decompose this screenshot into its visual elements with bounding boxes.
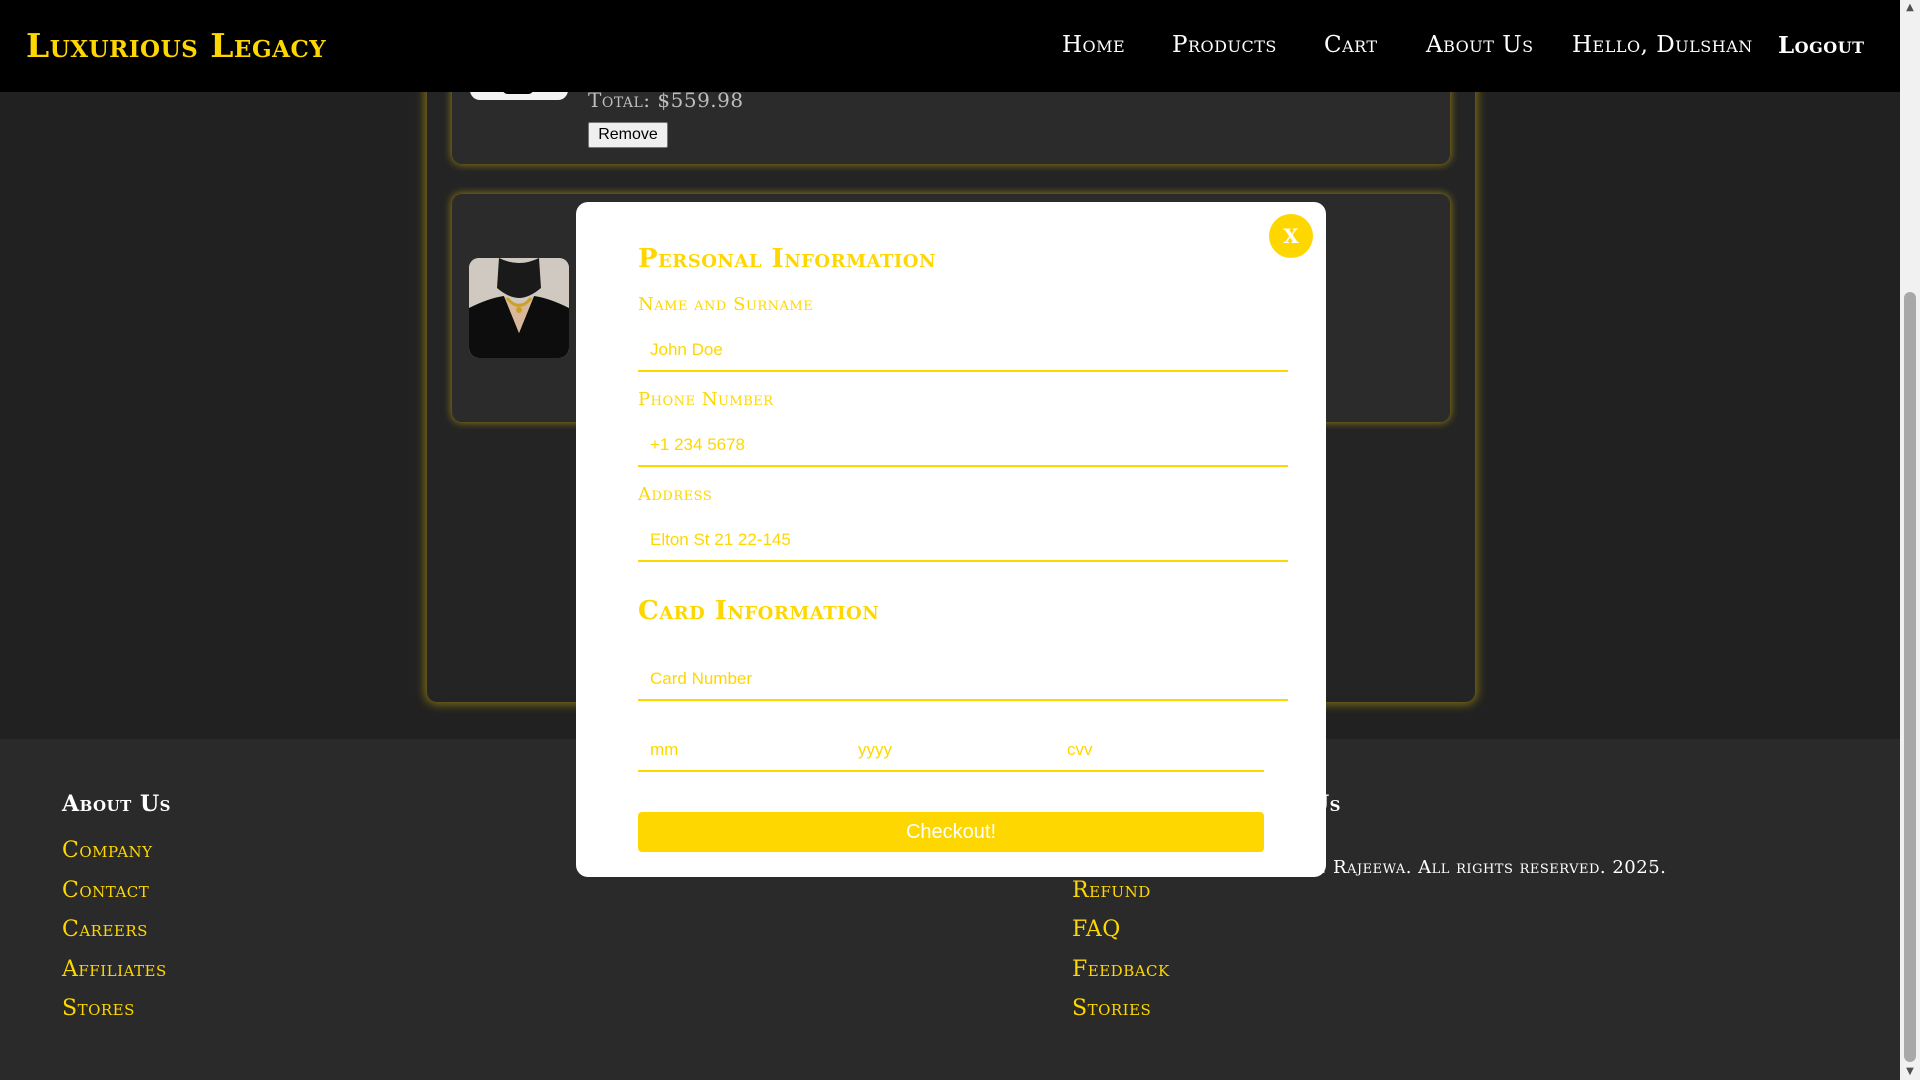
nav-cart-link[interactable]: Cart: [1324, 32, 1378, 58]
name-label: Name and Surname: [638, 294, 814, 315]
product-thumbnail: [469, 258, 569, 358]
navbar: Luxurious Legacy Home Products Cart Abou…: [0, 0, 1900, 92]
remove-item-button[interactable]: Remove: [588, 122, 668, 148]
scroll-down-arrow-icon[interactable]: ▼: [1900, 1064, 1920, 1080]
nav-home-link[interactable]: Home: [1062, 32, 1125, 58]
footer-link-faq[interactable]: FAQ: [1072, 917, 1121, 942]
checkout-button[interactable]: Checkout!: [638, 812, 1264, 852]
address-label: Address: [638, 484, 713, 505]
footer-link-affiliates[interactable]: Affiliates: [62, 957, 167, 982]
close-modal-button[interactable]: X: [1269, 214, 1313, 258]
user-greeting: Hello, Dulshan: [1572, 32, 1753, 58]
scroll-up-arrow-icon[interactable]: ▲: [1900, 0, 1920, 16]
name-field[interactable]: [638, 330, 1288, 372]
phone-label: Phone Number: [638, 389, 774, 410]
phone-field[interactable]: [638, 425, 1288, 467]
checkout-modal: X Personal Information Name and Surname …: [576, 202, 1326, 877]
footer-link-refund[interactable]: Refund: [1072, 878, 1151, 903]
footer-about-heading: About Us: [62, 791, 172, 817]
card-number-field[interactable]: [638, 659, 1288, 701]
nav-products-link[interactable]: Products: [1172, 32, 1277, 58]
expiry-year-field[interactable]: [846, 730, 1055, 772]
page-scrollbar[interactable]: ▲ ▼: [1900, 0, 1920, 1080]
necklace-model-image: [469, 258, 569, 358]
footer-link-contact[interactable]: Contact: [62, 878, 149, 903]
brand-logo[interactable]: Luxurious Legacy: [26, 26, 326, 65]
footer-link-careers[interactable]: Careers: [62, 917, 148, 942]
cvv-field[interactable]: [1055, 730, 1264, 772]
footer-link-stores[interactable]: Stores: [62, 996, 135, 1021]
personal-info-heading: Personal Information: [638, 244, 936, 274]
card-info-heading: Card Information: [638, 596, 880, 626]
logout-link[interactable]: Logout: [1778, 32, 1865, 59]
address-field[interactable]: [638, 520, 1288, 562]
footer-copyright: an Rajeewa. All rights reserved. 2025.: [1305, 857, 1667, 878]
expiry-month-field[interactable]: [638, 730, 847, 772]
nav-about-link[interactable]: About Us: [1426, 32, 1534, 58]
footer-link-stories[interactable]: Stories: [1072, 996, 1151, 1021]
scrollbar-thumb[interactable]: [1904, 292, 1916, 1062]
footer-link-feedback[interactable]: Feedback: [1072, 957, 1170, 982]
footer-link-company[interactable]: Company: [62, 838, 153, 863]
